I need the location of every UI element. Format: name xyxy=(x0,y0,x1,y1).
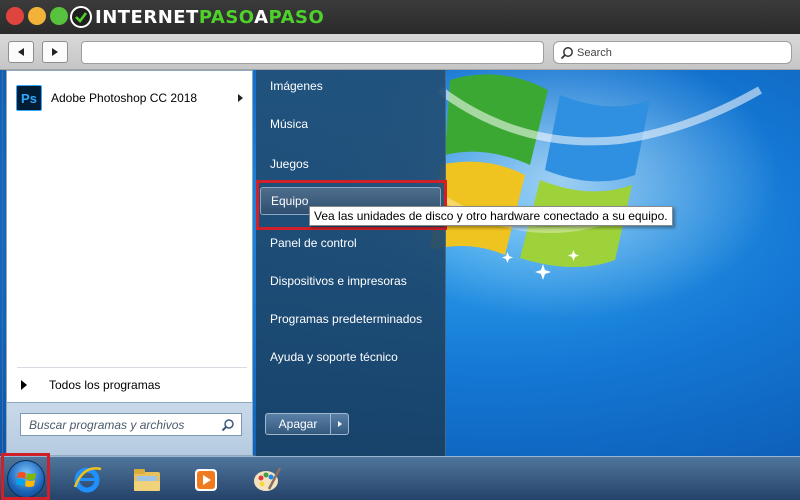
program-label: Adobe Photoshop CC 2018 xyxy=(51,91,198,105)
minimize-window-button[interactable] xyxy=(28,7,46,25)
place-item-musica[interactable]: Música xyxy=(260,110,441,138)
start-menu: Ps Adobe Photoshop CC 2018 Todos los pro… xyxy=(2,70,446,456)
place-item-juegos[interactable]: Juegos xyxy=(260,150,441,178)
programs-pane: Ps Adobe Photoshop CC 2018 Todos los pro… xyxy=(6,70,253,403)
maximize-window-button[interactable] xyxy=(50,7,68,25)
all-programs-label: Todos los programas xyxy=(49,378,161,392)
start-search-input[interactable]: Buscar programas y archivos xyxy=(20,413,242,436)
media-player-icon[interactable] xyxy=(190,462,224,496)
place-label: Música xyxy=(270,117,309,131)
place-label: Ayuda y soporte técnico xyxy=(270,350,398,364)
start-search-placeholder: Buscar programas y archivos xyxy=(29,417,185,432)
brand-text-paso2: PASO xyxy=(268,6,325,28)
search-icon xyxy=(560,46,573,59)
place-label: Dispositivos e impresoras xyxy=(270,274,407,288)
all-programs-item[interactable]: Todos los programas xyxy=(7,374,252,396)
windows-explorer-icon[interactable] xyxy=(130,462,164,496)
highlight-frame-start xyxy=(1,453,50,500)
submenu-arrow-icon[interactable] xyxy=(238,94,243,102)
place-item-imagenes[interactable]: Imágenes xyxy=(260,72,441,100)
start-search-area: Buscar programas y archivos xyxy=(6,403,253,456)
program-item-photoshop[interactable]: Ps Adobe Photoshop CC 2018 xyxy=(7,79,252,117)
shutdown-group: Apagar xyxy=(265,413,349,435)
brand-text-paso: PASO xyxy=(198,6,255,28)
places-pane: Imágenes Música Juegos Equipo Panel de c… xyxy=(256,70,445,456)
triangle-right-icon xyxy=(21,380,27,390)
brand-text-a: A xyxy=(254,6,269,28)
paint-icon[interactable] xyxy=(250,462,284,496)
back-button[interactable] xyxy=(8,41,34,63)
place-label: Imágenes xyxy=(270,79,323,93)
place-label: Juegos xyxy=(270,157,309,171)
browser-search-box[interactable]: Search xyxy=(553,41,792,64)
arrow-left-icon xyxy=(18,48,24,56)
arrow-right-icon xyxy=(52,48,58,56)
close-window-button[interactable] xyxy=(6,7,24,25)
place-item-programas-predeterminados[interactable]: Programas predeterminados xyxy=(260,305,441,333)
magnifier-icon[interactable] xyxy=(221,418,235,432)
forward-button[interactable] xyxy=(42,41,68,63)
taskbar xyxy=(0,456,800,500)
internet-explorer-icon[interactable] xyxy=(70,462,104,496)
place-item-dispositivos[interactable]: Dispositivos e impresoras xyxy=(260,267,441,295)
search-placeholder: Search xyxy=(577,46,612,59)
browser-titlebar: INTERNETPASOAPASO xyxy=(0,0,800,34)
place-label: Programas predeterminados xyxy=(270,312,423,326)
browser-navbar: Search xyxy=(0,34,800,70)
brand-text-internet: INTERNET xyxy=(95,6,199,28)
photoshop-icon: Ps xyxy=(16,85,42,111)
place-item-panel-de-control[interactable]: Panel de control xyxy=(260,229,441,257)
divider xyxy=(17,367,247,368)
place-item-ayuda[interactable]: Ayuda y soporte técnico xyxy=(260,343,441,371)
chevron-right-icon xyxy=(337,421,342,427)
site-logo: INTERNETPASOAPASO xyxy=(70,4,324,30)
shutdown-button[interactable]: Apagar xyxy=(265,413,331,435)
tooltip: Vea las unidades de disco y otro hardwar… xyxy=(309,206,673,226)
checkmark-logo-icon xyxy=(70,6,92,28)
shutdown-options-button[interactable] xyxy=(331,413,349,435)
address-bar[interactable] xyxy=(81,41,544,64)
place-label: Panel de control xyxy=(270,236,357,250)
